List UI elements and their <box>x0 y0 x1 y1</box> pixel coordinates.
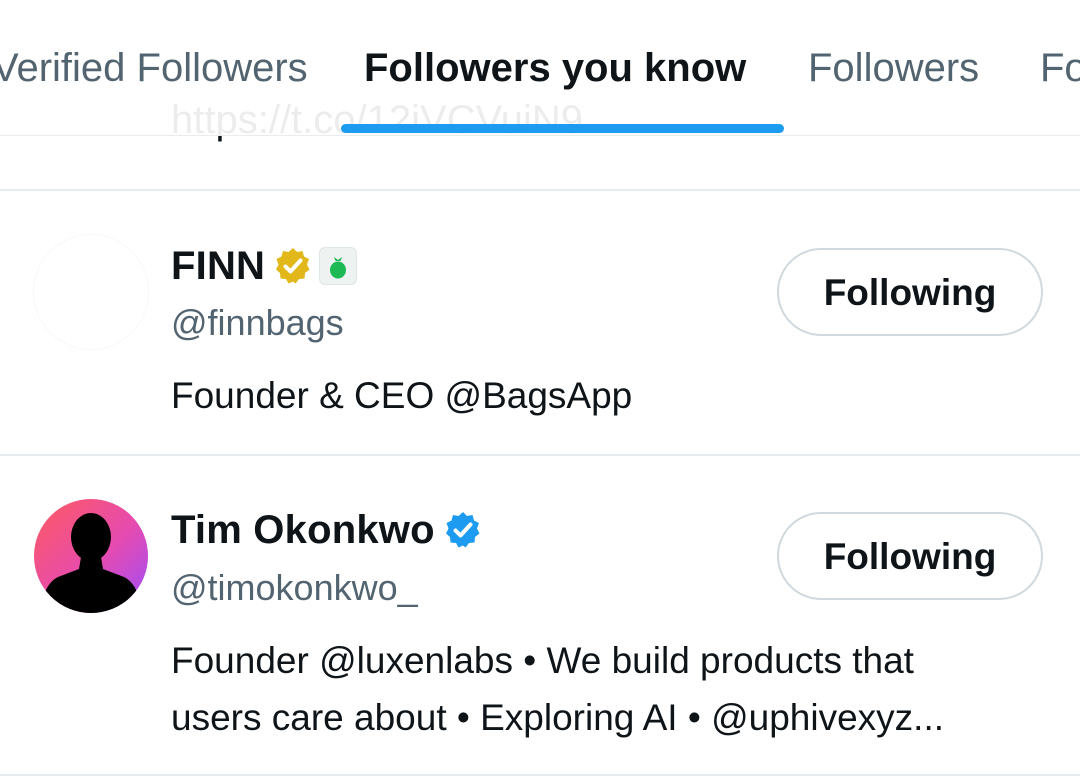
row-divider <box>0 774 1080 776</box>
bio-line: Founder & CEO @BagsApp <box>171 375 633 416</box>
gold-verified-badge-icon <box>276 248 310 284</box>
followers-tab-bar: Verified Followers Followers you know Fo… <box>0 0 1080 136</box>
user-handle[interactable]: @timokonkwo_ <box>171 567 418 609</box>
avatar[interactable] <box>34 499 148 613</box>
avatar[interactable] <box>34 235 148 349</box>
display-name[interactable]: Tim Okonkwo <box>171 508 435 553</box>
tab-followers-you-know[interactable]: Followers you know <box>364 42 746 94</box>
user-handle[interactable]: @finnbags <box>171 302 344 344</box>
affiliate-badge[interactable] <box>319 247 358 285</box>
tab-verified-followers[interactable]: Verified Followers <box>0 42 308 94</box>
active-tab-indicator <box>341 124 784 133</box>
following-button[interactable]: Following <box>777 512 1043 600</box>
display-name[interactable]: FINN <box>171 244 265 289</box>
tab-following[interactable]: Following <box>1040 42 1080 94</box>
user-row-finn[interactable]: FINN @finnbags Founder & CEO @BagsApp Fo… <box>0 191 1080 454</box>
blue-verified-badge-icon <box>445 512 480 548</box>
user-row-tim-okonkwo[interactable]: Tim Okonkwo @timokonkwo_ Founder @luxenl… <box>0 456 1080 774</box>
bio-line: users care about • Exploring AI • @uphiv… <box>171 697 945 738</box>
name-line: FINN <box>171 240 358 292</box>
silhouette-icon <box>40 513 142 613</box>
following-button[interactable]: Following <box>777 248 1043 336</box>
user-bio: Founder @luxenlabs • We build products t… <box>171 632 1051 746</box>
name-line: Tim Okonkwo <box>171 504 483 556</box>
user-bio: Founder & CEO @BagsApp <box>171 367 1051 424</box>
tab-followers[interactable]: Followers <box>808 42 979 94</box>
money-bag-icon <box>330 257 347 279</box>
bio-line: Founder @luxenlabs • We build products t… <box>171 640 914 681</box>
